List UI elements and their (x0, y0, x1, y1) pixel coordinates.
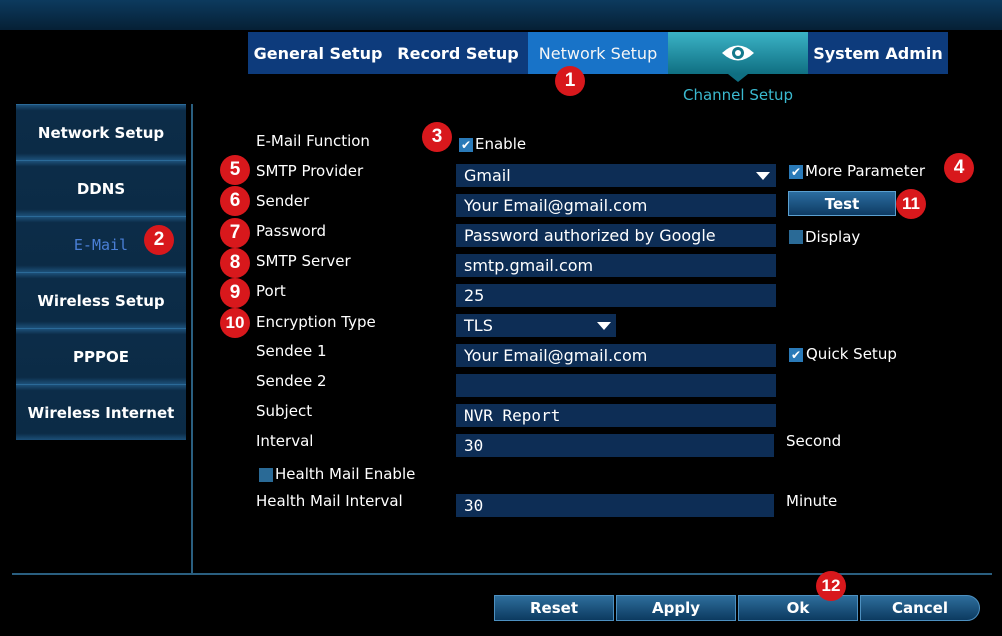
sendee1-label: Sendee 1 (256, 342, 327, 360)
annotation-badge: 8 (220, 248, 250, 278)
cancel-button[interactable]: Cancel (860, 595, 980, 621)
sidebar-item-network-setup[interactable]: Network Setup (16, 104, 186, 160)
subject-value: NVR Report (464, 406, 561, 425)
interval-unit: Second (786, 432, 842, 450)
health-mail-interval-label: Health Mail Interval (256, 492, 403, 510)
vertical-divider (191, 104, 193, 574)
encryption-type-select[interactable]: TLS (456, 314, 616, 337)
encryption-dropdown-icon[interactable] (597, 322, 611, 330)
display-checkbox[interactable] (789, 230, 803, 244)
annotation-badge: 5 (220, 155, 250, 185)
tab-general-setup[interactable]: General Setup (248, 32, 388, 74)
apply-button[interactable]: Apply (616, 595, 736, 621)
password-value: Password authorized by Google (464, 226, 716, 245)
subject-label: Subject (256, 402, 313, 420)
smtp-server-input[interactable]: smtp.gmail.com (456, 254, 776, 277)
interval-value: 30 (464, 436, 484, 455)
annotation-badge: 2 (144, 225, 174, 255)
smtp-server-label: SMTP Server (256, 252, 351, 270)
port-value: 25 (464, 286, 485, 305)
sendee2-label: Sendee 2 (256, 372, 327, 390)
sender-input[interactable]: Your Email@gmail.com (456, 194, 776, 217)
sender-value: Your Email@gmail.com (464, 196, 648, 215)
annotation-badge: 3 (422, 122, 452, 152)
password-label: Password (256, 222, 327, 240)
smtp-provider-label: SMTP Provider (256, 162, 364, 180)
encryption-type-label: Encryption Type (256, 313, 376, 331)
smtp-provider-select[interactable]: Gmail (456, 164, 776, 187)
interval-label: Interval (256, 432, 314, 450)
reset-button[interactable]: Reset (494, 595, 614, 621)
annotation-badge: 11 (896, 189, 926, 219)
sendee1-value: Your Email@gmail.com (464, 346, 648, 365)
annotation-badge: 6 (220, 186, 250, 216)
horizontal-divider (12, 573, 992, 575)
sidebar: Network Setup DDNS E-Mail Wireless Setup… (16, 104, 186, 440)
eye-icon (722, 45, 754, 61)
sidebar-item-pppoe[interactable]: PPPOE (16, 328, 186, 384)
more-parameter-checkbox[interactable]: ✔ (789, 165, 803, 179)
tab-channel-setup[interactable] (668, 32, 808, 82)
interval-input[interactable]: 30 (456, 434, 774, 457)
health-mail-enable-checkbox[interactable] (259, 468, 273, 482)
top-bar (0, 0, 1002, 30)
sidebar-item-wireless-setup[interactable]: Wireless Setup (16, 272, 186, 328)
smtp-server-value: smtp.gmail.com (464, 256, 594, 275)
tab-system-admin[interactable]: System Admin (808, 32, 948, 74)
ok-button[interactable]: Ok (738, 595, 858, 621)
enable-label: Enable (475, 135, 527, 153)
password-input[interactable]: Password authorized by Google (456, 224, 776, 247)
quick-setup-label: Quick Setup (806, 345, 897, 363)
smtp-provider-dropdown-icon[interactable] (756, 172, 770, 180)
tab-network-setup[interactable]: Network Setup (528, 32, 668, 74)
annotation-badge: 10 (220, 308, 250, 338)
subject-input[interactable]: NVR Report (456, 404, 776, 427)
test-button[interactable]: Test (788, 191, 896, 216)
quick-setup-checkbox[interactable]: ✔ (789, 348, 803, 362)
sender-label: Sender (256, 192, 310, 210)
health-mail-interval-input[interactable]: 30 (456, 494, 774, 517)
annotation-badge: 1 (555, 66, 585, 96)
encryption-type-value: TLS (464, 316, 493, 335)
sidebar-item-ddns[interactable]: DDNS (16, 160, 186, 216)
enable-checkbox[interactable]: ✔ (459, 138, 473, 152)
more-parameter-label: More Parameter (805, 162, 925, 180)
health-mail-interval-value: 30 (464, 496, 484, 515)
channel-setup-label: Channel Setup (682, 86, 793, 104)
port-input[interactable]: 25 (456, 284, 776, 307)
sendee2-input[interactable] (456, 374, 776, 397)
annotation-badge: 7 (220, 218, 250, 248)
annotation-badge: 9 (220, 278, 250, 308)
health-mail-interval-unit: Minute (786, 492, 838, 510)
smtp-provider-value: Gmail (464, 166, 511, 185)
display-label: Display (805, 228, 861, 246)
port-label: Port (256, 282, 286, 300)
health-mail-enable-label: Health Mail Enable (275, 465, 416, 483)
sendee1-input[interactable]: Your Email@gmail.com (456, 344, 776, 367)
annotation-badge: 4 (944, 153, 974, 183)
tab-record-setup[interactable]: Record Setup (388, 32, 528, 74)
annotation-badge: 12 (816, 571, 846, 601)
sidebar-item-wireless-internet[interactable]: Wireless Internet (16, 384, 186, 440)
email-function-label: E-Mail Function (256, 132, 370, 150)
